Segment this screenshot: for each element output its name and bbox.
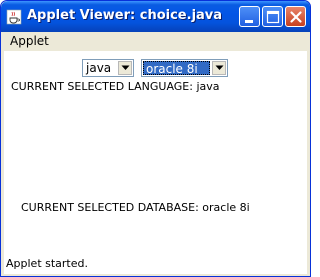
status-text: Applet started. bbox=[6, 257, 88, 270]
java-cup-icon bbox=[6, 9, 22, 25]
title-bar[interactable]: Applet Viewer: choice.java bbox=[1, 1, 310, 32]
current-language-label: CURRENT SELECTED LANGUAGE: java bbox=[11, 80, 220, 93]
chevron-down-icon[interactable] bbox=[118, 61, 132, 75]
applet-viewer-window: Applet Viewer: choice.java Applet java o… bbox=[0, 0, 311, 277]
menu-bar: Applet bbox=[4, 32, 307, 51]
chevron-down-icon[interactable] bbox=[212, 61, 226, 75]
language-choice[interactable]: java bbox=[82, 59, 134, 77]
minimize-button[interactable] bbox=[239, 6, 260, 27]
status-bar: Applet started. bbox=[4, 252, 307, 274]
maximize-button[interactable] bbox=[262, 6, 283, 27]
current-database-label: CURRENT SELECTED DATABASE: oracle 8i bbox=[21, 201, 250, 214]
menu-applet[interactable]: Applet bbox=[10, 34, 49, 48]
database-choice-value: oracle 8i bbox=[143, 61, 210, 76]
database-choice[interactable]: oracle 8i bbox=[141, 59, 228, 77]
close-button[interactable] bbox=[285, 6, 306, 27]
window-title: Applet Viewer: choice.java bbox=[27, 8, 223, 23]
language-choice-value: java bbox=[86, 61, 112, 75]
applet-panel: java oracle 8i CURRENT SELECTED LANGUAGE… bbox=[4, 51, 307, 274]
